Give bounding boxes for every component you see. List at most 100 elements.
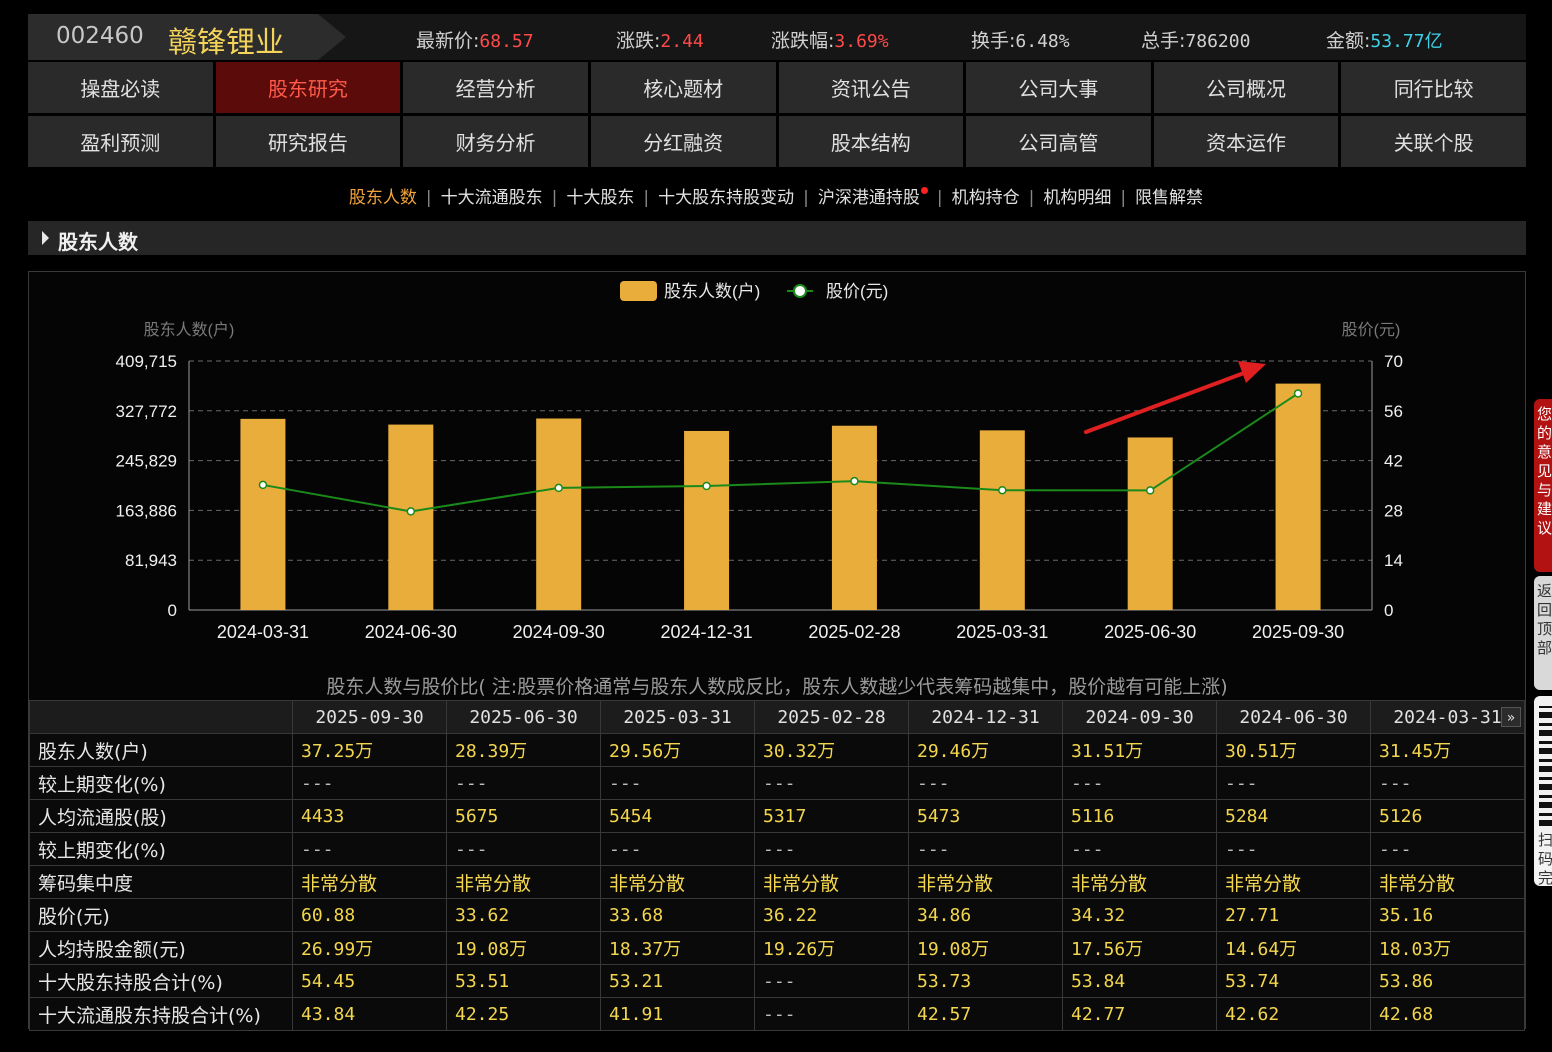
subnav-item[interactable]: 股东人数 [349,188,417,208]
legend-label: 股东人数(户) [664,282,760,301]
table-cell: 53.86 [1370,964,1525,998]
nav-tab[interactable]: 资讯公告 [778,62,964,113]
quote-value: 6.48% [1015,31,1070,52]
table-cell: --- [754,832,909,866]
nav-tab[interactable]: 财务分析 [403,116,588,167]
quote-label: 总手: [1141,30,1186,52]
right-tick-label: 56 [1384,402,1403,421]
table-row: 人均流通股(股) 4433 5675 5454 5317 5473 5116 5284 5126 [29,799,1525,833]
annotation-arrow-shaft [1084,368,1254,434]
nav-tab[interactable]: 同行比较 [1341,62,1526,113]
new-dot-icon [920,187,928,194]
quote-item: 换手:6.48% [971,26,1070,53]
x-tick-label: 2024-03-31 [217,622,309,642]
table-row: 人均持股金额(元) 26.99万 19.08万 18.37万 19.26万 19.08万 1… [29,931,1525,965]
table-cell: 非常分散 [1216,865,1371,899]
back-to-top-tab[interactable]: 返回顶部 [1534,576,1552,690]
quote-item: 最新价:68.57 [416,26,534,53]
table-cell: 31.45万 [1370,733,1525,767]
bar [240,418,286,610]
nav-tab[interactable]: 公司大事 [966,62,1151,113]
quote-value: 3.69% [834,31,889,52]
main-nav: 操盘必读 股东研究 经营分析 核心题材 资讯公告 公司大事 公司概况 同行比较盈利预测 研究报告… [28,62,1526,167]
nav-tab[interactable]: 研究报告 [215,116,401,167]
stock-name: 赣锋锂业 [168,25,285,59]
table-cell: 非常分散 [292,865,447,899]
double-chevron-right-icon[interactable]: » [1501,707,1521,727]
table-cell: 非常分散 [1062,865,1217,899]
table-cell: 42.62 [1216,997,1371,1031]
section-header[interactable]: 股东人数 [28,221,1526,255]
row-label: 较上期变化(%) [29,766,293,800]
nav-tab[interactable]: 股东研究 [215,62,401,113]
bar [979,430,1025,610]
quote-value: 68.57 [479,31,534,52]
quote-item: 涨跌:2.44 [616,26,704,53]
subnav-item[interactable]: 十大股东 [566,188,634,208]
row-label: 人均持股金额(元) [29,931,293,965]
x-tick-label: 2025-02-28 [808,622,900,642]
table-cell: 5675 [446,799,601,833]
left-tick-label: 81,943 [125,551,177,570]
table-row: 十大股东持股合计(%) 54.45 53.51 53.21 --- 53.73 53.84 5… [29,964,1525,998]
table-cell: 18.37万 [600,931,755,965]
table-cell: --- [908,832,1063,866]
quote-item: 涨跌幅:3.69% [771,26,889,53]
table-cell: 54.45 [292,964,447,998]
shareholder-chart: 股东人数(户) 股价(元) 股东人数(户) 股价(元) 0 0 81,943 14 163,88… [116,281,1403,642]
nav-tab[interactable]: 资本运作 [1153,116,1339,167]
right-tick-label: 0 [1384,601,1393,620]
table-cell: 30.51万 [1216,733,1371,767]
subnav-separator: | [1028,188,1035,208]
subnav-item[interactable]: 十大股东持股变动 [658,188,794,208]
table-cell: 33.62 [446,898,601,932]
quote-label: 最新价: [416,30,480,52]
nav-tab[interactable]: 操盘必读 [28,62,213,113]
row-label: 筹码集中度 [29,865,293,899]
subnav-item-label: 沪深港通持股 [817,188,920,208]
bar [831,425,877,610]
nav-tab[interactable]: 分红融资 [590,116,776,167]
table-cell: 非常分散 [600,865,755,899]
column-header: 2025-09-30 [292,700,447,734]
table-cell: 26.99万 [292,931,447,965]
qr-panel[interactable]: 扫码完 [1534,696,1552,886]
right-tick-label: 14 [1384,551,1403,570]
nav-tab[interactable]: 股本结构 [778,116,964,167]
nav-tab[interactable]: 盈利预测 [28,116,213,167]
table-row: 筹码集中度 非常分散 非常分散 非常分散 非常分散 非常分散 非常分散 非常分散 非常分散 [29,865,1525,899]
stock-header: 002460 赣锋锂业 最新价:68.57 涨跌:2.44 涨跌幅:3.69% 换手:… [28,14,1526,60]
row-label: 十大股东持股合计(%) [29,964,293,998]
stock-code: 002460 [56,23,144,49]
table-cell: --- [1216,766,1371,800]
subnav-item[interactable]: 限售解禁 [1135,188,1203,208]
nav-tab[interactable]: 经营分析 [403,62,588,113]
shareholder-panel: 股东人数(户) 股价(元) 股东人数(户) 股价(元) 0 0 81,943 14 163,88… [28,271,1526,1031]
subnav-item[interactable]: 十大流通股东 [441,188,543,208]
table-row: 十大流通股东持股合计(%) 43.84 42.25 41.91 --- 42.57 42.7… [29,997,1525,1031]
triangle-right-icon[interactable] [42,231,49,245]
subnav-item[interactable]: 机构持仓 [952,188,1020,208]
subnav-item[interactable]: 沪深港通持股 [817,187,928,208]
nav-tab[interactable]: 公司概况 [1153,62,1339,113]
nav-tab[interactable]: 核心题材 [590,62,776,113]
table-cell: 27.71 [1216,898,1371,932]
x-tick-label: 2024-06-30 [365,622,457,642]
table-cell: 53.73 [908,964,1063,998]
feedback-tab[interactable]: 您的意见与建议 [1534,399,1552,572]
x-tick-label: 2025-06-30 [1104,622,1196,642]
nav-tab[interactable]: 关联个股 [1341,116,1526,167]
row-label: 十大流通股东持股合计(%) [29,997,293,1031]
quote-label: 换手: [971,30,1016,52]
quote-item: 总手:786200 [1141,26,1250,53]
table-cell: 53.84 [1062,964,1217,998]
price-point [998,485,1007,495]
column-header: 2025-02-28 [754,700,909,734]
left-tick-label: 163,886 [116,501,177,520]
left-tick-label: 245,829 [116,452,177,471]
quote-value: 53.77亿 [1370,31,1443,52]
subnav-item[interactable]: 机构明细 [1043,188,1111,208]
legend-line-marker [793,284,807,298]
table-cell: --- [754,997,909,1031]
nav-tab[interactable]: 公司高管 [966,116,1151,167]
